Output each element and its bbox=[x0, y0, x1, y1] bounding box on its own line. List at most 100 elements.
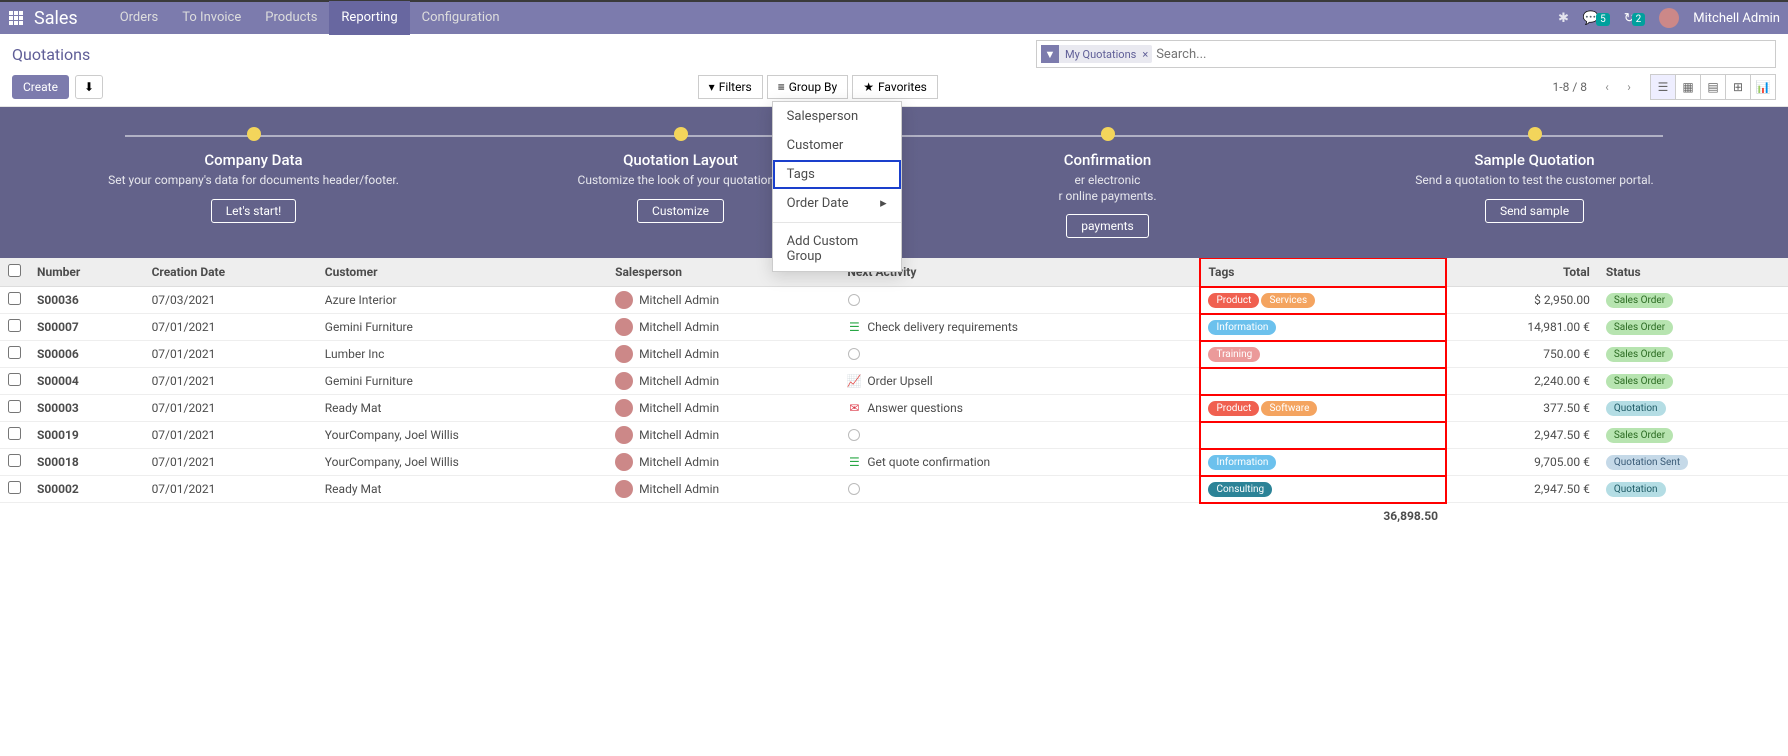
activities-icon[interactable]: ↻2 bbox=[1624, 11, 1646, 26]
row-checkbox[interactable] bbox=[8, 481, 21, 494]
col-status[interactable]: Status bbox=[1598, 258, 1788, 287]
table-row[interactable]: S0000207/01/2021Ready MatMitchell AdminC… bbox=[0, 476, 1788, 503]
cell-date: 07/01/2021 bbox=[144, 449, 317, 476]
activity-icon[interactable]: ✉ bbox=[847, 401, 861, 415]
table-row[interactable]: S0000307/01/2021Ready MatMitchell Admin✉… bbox=[0, 395, 1788, 422]
search-facet: ▼ My Quotations × bbox=[1041, 45, 1152, 63]
activity-icon[interactable]: ☰ bbox=[847, 320, 861, 334]
activity-icon[interactable] bbox=[847, 428, 861, 442]
row-checkbox[interactable] bbox=[8, 400, 21, 413]
create-button[interactable]: Create bbox=[12, 75, 69, 99]
groupby-option-order-date[interactable]: Order Date▸ bbox=[773, 189, 901, 218]
cell-tags: ProductSoftware bbox=[1200, 395, 1446, 422]
nav-item-products[interactable]: Products bbox=[253, 1, 329, 35]
cell-salesperson: Mitchell Admin bbox=[607, 476, 839, 503]
view-calendar-icon[interactable]: ▤ bbox=[1700, 74, 1726, 100]
step-action-button[interactable]: Send sample bbox=[1485, 199, 1584, 223]
row-checkbox[interactable] bbox=[8, 454, 21, 467]
row-checkbox[interactable] bbox=[8, 346, 21, 359]
search-box[interactable]: ▼ My Quotations × bbox=[1036, 40, 1776, 68]
groupby-option-salesperson[interactable]: Salesperson bbox=[773, 102, 901, 131]
activity-icon[interactable] bbox=[847, 347, 861, 361]
nav-item-orders[interactable]: Orders bbox=[108, 1, 171, 35]
table-row[interactable]: S0003607/03/2021Azure InteriorMitchell A… bbox=[0, 287, 1788, 314]
cell-customer: Gemini Furniture bbox=[317, 314, 607, 341]
activity-icon[interactable]: 📈 bbox=[847, 374, 861, 388]
user-name[interactable]: Mitchell Admin bbox=[1693, 11, 1780, 26]
cell-date: 07/01/2021 bbox=[144, 314, 317, 341]
groupby-button[interactable]: ≡Group By bbox=[767, 75, 848, 99]
nav-item-configuration[interactable]: Configuration bbox=[410, 1, 512, 35]
app-brand[interactable]: Sales bbox=[34, 8, 78, 29]
table-row[interactable]: S0001807/01/2021YourCompany, Joel Willis… bbox=[0, 449, 1788, 476]
col-creation-date[interactable]: Creation Date bbox=[144, 258, 317, 287]
view-pivot-icon[interactable]: ⊞ bbox=[1725, 74, 1751, 100]
groupby-option-customer[interactable]: Customer bbox=[773, 131, 901, 160]
step-dot-icon bbox=[1101, 127, 1115, 141]
status-badge: Sales Order bbox=[1606, 293, 1673, 308]
cell-tags bbox=[1200, 422, 1446, 449]
row-checkbox[interactable] bbox=[8, 292, 21, 305]
row-checkbox[interactable] bbox=[8, 427, 21, 440]
step-action-button[interactable]: payments bbox=[1066, 214, 1149, 238]
cell-salesperson: Mitchell Admin bbox=[607, 422, 839, 449]
step-title: Company Data bbox=[40, 151, 467, 169]
cell-activity: ☰Get quote confirmation bbox=[839, 449, 1200, 476]
table-row[interactable]: S0001907/01/2021YourCompany, Joel Willis… bbox=[0, 422, 1788, 449]
cell-total: $ 2,950.00 bbox=[1446, 287, 1598, 314]
nav-item-to-invoice[interactable]: To Invoice bbox=[170, 1, 253, 35]
favorites-button[interactable]: ★Favorites bbox=[852, 75, 938, 99]
status-badge: Quotation Sent bbox=[1606, 455, 1688, 470]
view-graph-icon[interactable]: 📊 bbox=[1750, 74, 1776, 100]
row-checkbox[interactable] bbox=[8, 373, 21, 386]
col-total[interactable]: Total bbox=[1446, 258, 1598, 287]
step-dot-icon bbox=[1528, 127, 1542, 141]
user-avatar-icon[interactable] bbox=[1659, 8, 1679, 28]
cell-date: 07/01/2021 bbox=[144, 422, 317, 449]
nav-item-reporting[interactable]: Reporting bbox=[329, 1, 409, 35]
cell-salesperson: Mitchell Admin bbox=[607, 368, 839, 395]
cell-status: Sales Order bbox=[1598, 368, 1788, 395]
cell-number: S00019 bbox=[29, 422, 144, 449]
col-number[interactable]: Number bbox=[29, 258, 144, 287]
row-checkbox[interactable] bbox=[8, 319, 21, 332]
bug-icon[interactable]: ✱ bbox=[1558, 11, 1569, 26]
cell-customer: YourCompany, Joel Willis bbox=[317, 449, 607, 476]
avatar-icon bbox=[615, 291, 633, 309]
pager: 1-8 / 8 ‹ › bbox=[1553, 76, 1639, 98]
apps-icon[interactable] bbox=[8, 10, 24, 26]
table-row[interactable]: S0000707/01/2021Gemini FurnitureMitchell… bbox=[0, 314, 1788, 341]
pager-prev-icon[interactable]: ‹ bbox=[1597, 76, 1617, 98]
filters-button[interactable]: ▾Filters bbox=[698, 75, 763, 99]
cell-status: Sales Order bbox=[1598, 422, 1788, 449]
groupby-option-tags[interactable]: Tags bbox=[773, 160, 901, 189]
download-button[interactable]: ⬇ bbox=[75, 75, 103, 99]
col-tags[interactable]: Tags bbox=[1200, 258, 1446, 287]
table-row[interactable]: S0000607/01/2021Lumber IncMitchell Admin… bbox=[0, 341, 1788, 368]
select-all-checkbox[interactable] bbox=[8, 264, 21, 277]
cell-status: Quotation Sent bbox=[1598, 449, 1788, 476]
messages-icon[interactable]: 💬5 bbox=[1583, 11, 1610, 26]
col-customer[interactable]: Customer bbox=[317, 258, 607, 287]
cell-total: 9,705.00 € bbox=[1446, 449, 1598, 476]
table-row[interactable]: S0000407/01/2021Gemini FurnitureMitchell… bbox=[0, 368, 1788, 395]
step-dot-icon bbox=[674, 127, 688, 141]
step-action-button[interactable]: Let's start! bbox=[211, 199, 297, 223]
cell-salesperson: Mitchell Admin bbox=[607, 314, 839, 341]
cell-status: Sales Order bbox=[1598, 314, 1788, 341]
cell-activity bbox=[839, 341, 1200, 368]
activity-icon[interactable] bbox=[847, 293, 861, 307]
groupby-add-custom[interactable]: Add Custom Group bbox=[773, 227, 901, 271]
cell-total: 750.00 € bbox=[1446, 341, 1598, 368]
cell-activity: ☰Check delivery requirements bbox=[839, 314, 1200, 341]
view-list-icon[interactable]: ☰ bbox=[1650, 74, 1676, 100]
facet-remove-icon[interactable]: × bbox=[1142, 48, 1152, 61]
step-action-button[interactable]: Customize bbox=[637, 199, 724, 223]
activity-icon[interactable] bbox=[847, 482, 861, 496]
activity-icon[interactable]: ☰ bbox=[847, 455, 861, 469]
search-input[interactable] bbox=[1156, 47, 1771, 62]
view-kanban-icon[interactable]: ▦ bbox=[1675, 74, 1701, 100]
cell-activity bbox=[839, 476, 1200, 503]
pager-next-icon[interactable]: › bbox=[1619, 76, 1639, 98]
avatar-icon bbox=[615, 372, 633, 390]
